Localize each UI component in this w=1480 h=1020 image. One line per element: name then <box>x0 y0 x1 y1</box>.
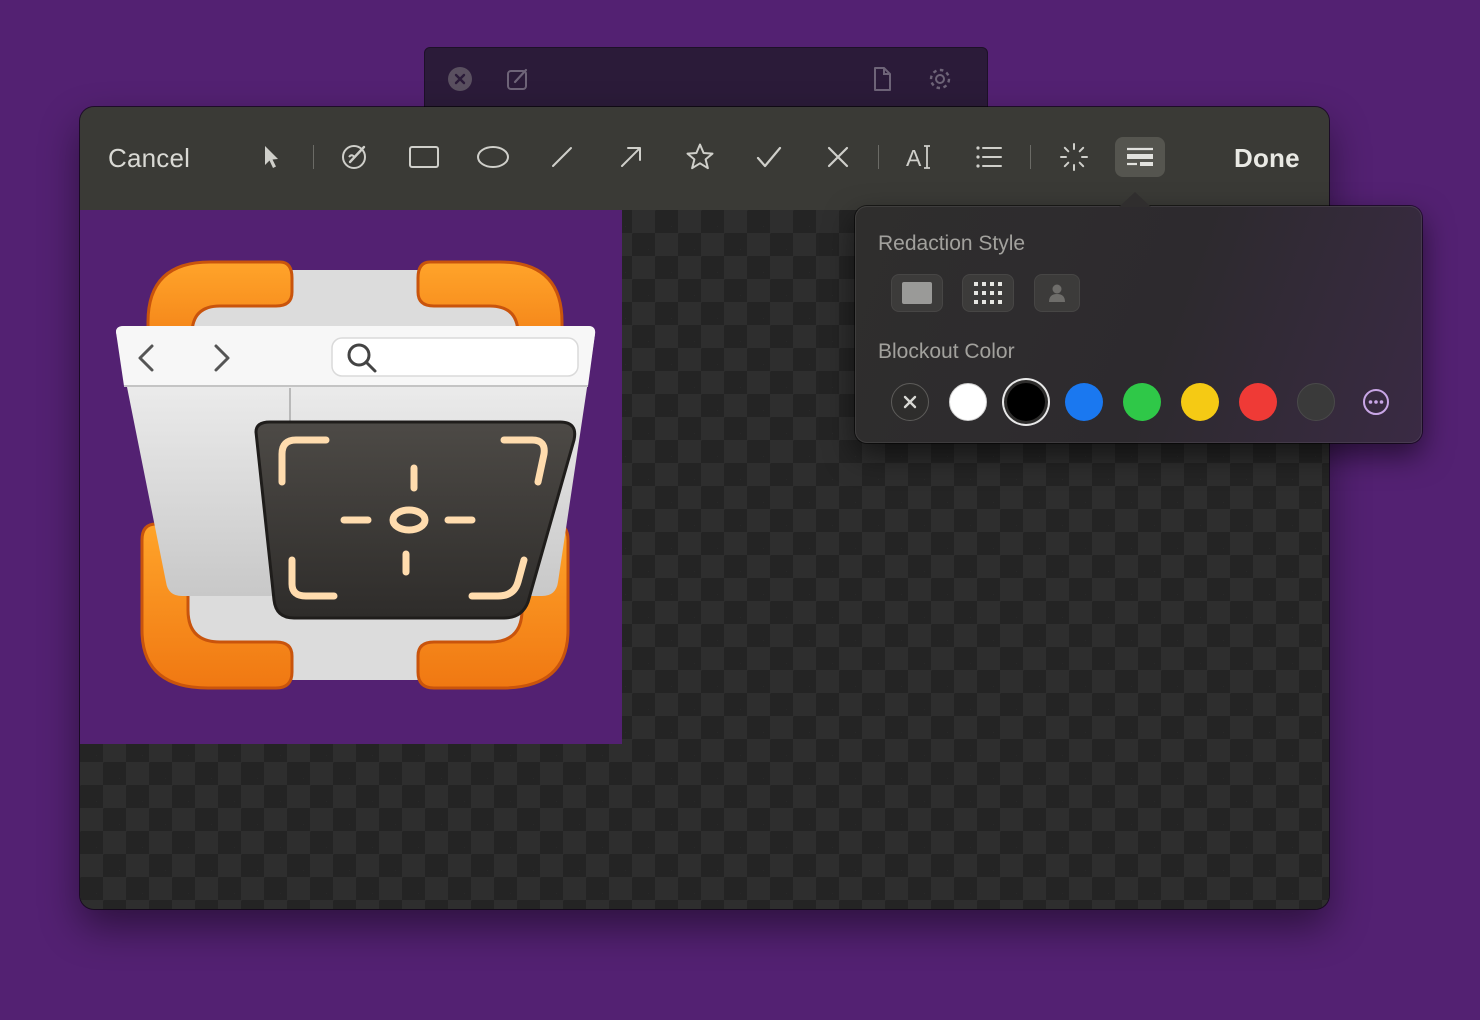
toolbar-separator <box>878 145 879 169</box>
pointer-icon[interactable] <box>254 140 288 174</box>
list-icon[interactable] <box>972 140 1006 174</box>
more-colors-button[interactable] <box>1357 383 1395 421</box>
redact-icon[interactable] <box>1115 137 1165 177</box>
toolbar-separator <box>1030 145 1031 169</box>
done-button[interactable]: Done <box>1234 143 1300 174</box>
svg-text:A: A <box>906 145 922 171</box>
sketch-icon[interactable] <box>338 140 372 174</box>
rectangle-icon[interactable] <box>407 140 441 174</box>
color-swatch-none[interactable] <box>891 383 929 421</box>
ellipsis-circle-icon <box>1363 389 1389 415</box>
checkmark-icon[interactable] <box>752 140 786 174</box>
color-swatch-white[interactable] <box>949 383 987 421</box>
popover-arrow <box>1119 192 1151 207</box>
gear-icon[interactable] <box>927 66 953 92</box>
blockout-color-heading: Blockout Color <box>878 340 1015 363</box>
color-swatch-blue[interactable] <box>1065 383 1103 421</box>
text-icon[interactable]: A <box>903 140 937 174</box>
x-mark-icon[interactable] <box>821 140 855 174</box>
spotlight-icon[interactable] <box>1057 140 1091 174</box>
screenshot-image <box>80 210 622 744</box>
pixelate-style-button[interactable] <box>962 274 1014 312</box>
screenshot-browser-app-icon <box>116 260 596 690</box>
x-icon <box>903 395 917 409</box>
color-swatch-red[interactable] <box>1239 383 1277 421</box>
cancel-button[interactable]: Cancel <box>108 143 190 174</box>
color-swatch-dark-gray[interactable] <box>1297 383 1335 421</box>
color-swatch-black[interactable] <box>1007 383 1045 421</box>
pixelate-icon <box>974 282 1002 304</box>
color-swatch-green[interactable] <box>1123 383 1161 421</box>
blur-style-button[interactable] <box>1034 274 1080 312</box>
document-icon[interactable] <box>869 66 895 92</box>
arrow-icon[interactable] <box>614 140 648 174</box>
solid-block-style-button[interactable] <box>891 274 943 312</box>
close-circle-icon[interactable] <box>447 66 473 92</box>
toolbar-separator <box>313 145 314 169</box>
redaction-style-heading: Redaction Style <box>878 232 1026 255</box>
star-icon[interactable] <box>683 140 717 174</box>
solid-block-icon <box>902 282 932 304</box>
line-icon[interactable] <box>545 140 579 174</box>
blur-person-icon <box>1049 284 1065 302</box>
redaction-popover: Redaction Style Blockout Color <box>855 192 1422 443</box>
compose-icon[interactable] <box>505 66 531 92</box>
color-swatch-yellow[interactable] <box>1181 383 1219 421</box>
oval-icon[interactable] <box>476 140 510 174</box>
